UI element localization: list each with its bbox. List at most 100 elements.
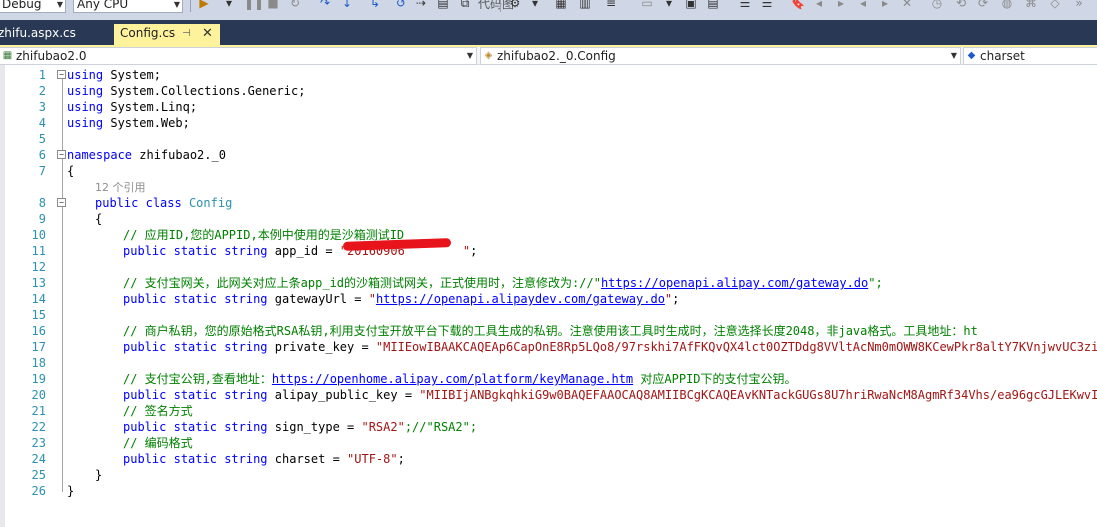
grid-icon[interactable]: ▦ (554, 0, 568, 10)
line-number: 16 (31, 324, 46, 338)
namespace-name: zhifubao2._0 (132, 148, 226, 162)
standard-toolbar: Debug ▼ Any CPU ▼ ▶ ▾ ❚❚ ■ ↻ ↷ ↓ ↳ ↺ ⇢ ▤… (0, 0, 1097, 20)
string-literal: "UTF-8" (347, 452, 398, 466)
step-back-icon[interactable]: ↺ (394, 0, 408, 10)
line-number: 13 (31, 276, 46, 290)
code-line: 20 public static string alipay_public_ke… (0, 387, 1097, 403)
refresh-icon[interactable]: ⟳ (976, 0, 990, 10)
step-over-icon[interactable]: ↷ (318, 0, 332, 10)
type-dropdown[interactable]: ◈ zhifubao2._0.Config ▼ (480, 47, 961, 65)
code-line: 17 public static string private_key = "M… (0, 339, 1097, 355)
dropdown-arrow-icon[interactable]: ▾ (528, 0, 542, 10)
comment: ;//"RSA2"; (404, 420, 478, 434)
line-number: 24 (31, 452, 46, 466)
line-number: 11 (31, 244, 46, 258)
step-out-icon[interactable]: ↳ (368, 0, 382, 10)
tab-zhifu-aspx-cs[interactable]: zhifu.aspx.cs (0, 24, 112, 45)
timer-icon[interactable]: ◷ (930, 0, 944, 10)
member-dropdown[interactable]: ◆ charset (963, 47, 1097, 65)
restart-icon[interactable]: ↻ (288, 0, 302, 10)
indent-icon[interactable]: ☰ (738, 0, 752, 10)
bookmark-next-folder-icon[interactable]: ▸ (878, 0, 892, 10)
code-line: 1 − using System; (0, 67, 1097, 83)
source-control-icon[interactable]: ⚙ (508, 0, 522, 10)
pause-icon[interactable]: ❚❚ (244, 0, 264, 10)
comment: 对应APPID下的支付宝公钥。 (633, 372, 797, 386)
dropdown-arrow-icon[interactable]: ▾ (662, 0, 676, 10)
pin-icon[interactable]: ⊣ (182, 24, 191, 43)
outdent-icon[interactable]: ☰ (760, 0, 774, 10)
dropdown-arrow-icon[interactable]: ▾ (222, 0, 236, 10)
save-icon[interactable]: ▣ (684, 0, 698, 10)
code-line: 2 using System.Collections.Generic; (0, 83, 1097, 99)
prev-bookmark-icon[interactable]: ◂ (812, 0, 826, 10)
more-icon[interactable]: ◇ (1048, 0, 1062, 10)
reference-count: 12 个引用 (95, 181, 146, 194)
code-line: 9 { (0, 211, 1097, 227)
solution-platform-dropdown[interactable]: Any CPU ▼ (73, 0, 183, 13)
line-number: 5 (38, 132, 46, 146)
comment: // 支付宝公钥,查看地址： (123, 372, 272, 386)
field-name: alipay_public_key = (267, 388, 420, 402)
sync-icon[interactable]: ⟲ (954, 0, 968, 10)
document-tab-strip: zhifu.aspx.cs Config.cs ⊣ ✕ (0, 20, 1097, 45)
list-icon[interactable]: ▤ (706, 0, 720, 10)
chevron-down-icon: ▼ (173, 0, 180, 9)
browser-icon[interactable]: ◍ (1000, 0, 1014, 10)
line-number: 20 (31, 388, 46, 402)
stop-icon[interactable]: ■ (266, 0, 280, 10)
close-icon[interactable]: ✕ (202, 24, 213, 43)
code-map-icon[interactable]: ⧉ (458, 0, 472, 10)
code-text: } (67, 484, 75, 498)
code-line: 4 using System.Web; (0, 115, 1097, 131)
debug-windows-icon[interactable]: ▤ (436, 0, 450, 10)
chevron-down-icon: ▼ (466, 51, 473, 60)
chevron-down-icon: ▼ (950, 51, 957, 60)
tab-config-cs[interactable]: Config.cs ⊣ ✕ (114, 24, 220, 45)
bookmark-icon[interactable]: 🔖 (790, 0, 805, 10)
field-name: gatewayUrl = (267, 292, 369, 306)
keyword: public (95, 196, 139, 210)
line-number: 9 (38, 212, 46, 226)
bookmark-prev-folder-icon[interactable]: ◂ (856, 0, 870, 10)
code-editor[interactable]: 1 − using System; 2 using System.Collect… (0, 65, 1097, 527)
collapse-icon[interactable]: − (57, 70, 66, 79)
solution-configuration-dropdown[interactable]: Debug ▼ (0, 0, 66, 13)
code-line: 14 public static string gatewayUrl = "ht… (0, 291, 1097, 307)
toolbar-separator (190, 0, 191, 12)
step-into-icon[interactable]: ↓ (340, 0, 354, 10)
codelens[interactable]: 12 个引用 (95, 179, 146, 196)
member-value: charset (980, 49, 1025, 63)
image-icon[interactable]: ▭ (640, 0, 654, 10)
start-debug-icon[interactable]: ▶ (197, 0, 211, 10)
code-text: public static string gatewayUrl = "https… (123, 291, 679, 307)
show-next-statement-icon[interactable]: ⇢ (414, 0, 428, 10)
link-icon[interactable]: ⌘ (1024, 0, 1038, 10)
layout-icon[interactable]: ▥ (578, 0, 592, 10)
line-number: 21 (31, 404, 46, 418)
line-number: 4 (38, 116, 46, 130)
namespace-ref: System.Web; (103, 116, 190, 130)
code-text: // 支付宝网关，此网关对应上条app_id的沙箱测试网关，正式使用时，注意修改… (123, 275, 883, 291)
line-number: 18 (31, 356, 46, 370)
comment-link: https://openapi.alipay.com/gateway.do (600, 276, 869, 290)
field-name: private_key = (267, 340, 376, 354)
punctuation: ; (397, 452, 405, 466)
collapse-icon[interactable]: − (57, 150, 66, 159)
code-line: 5 (0, 131, 1097, 147)
clear-bookmarks-icon[interactable]: ✕ (900, 0, 914, 10)
comment-icon[interactable]: ≡ (604, 0, 618, 10)
line-number: 22 (31, 420, 46, 434)
code-text: } (95, 468, 103, 482)
code-line: 19 // 支付宝公钥,查看地址：https://openhome.alipay… (0, 371, 1097, 387)
project-dropdown[interactable]: ▦ zhifubao2.0 ▼ (0, 47, 477, 65)
code-text: // 编码格式 (123, 435, 193, 451)
code-line: 3 using System.Linq; (0, 99, 1097, 115)
collapse-icon[interactable]: − (57, 198, 66, 207)
comment: "; (868, 276, 883, 290)
code-line: 15 (0, 307, 1097, 323)
keyword: static (173, 292, 217, 306)
toolbar-separator (500, 0, 501, 12)
next-bookmark-icon[interactable]: ▸ (834, 0, 848, 10)
overflow-icon[interactable]: » (1072, 0, 1086, 10)
